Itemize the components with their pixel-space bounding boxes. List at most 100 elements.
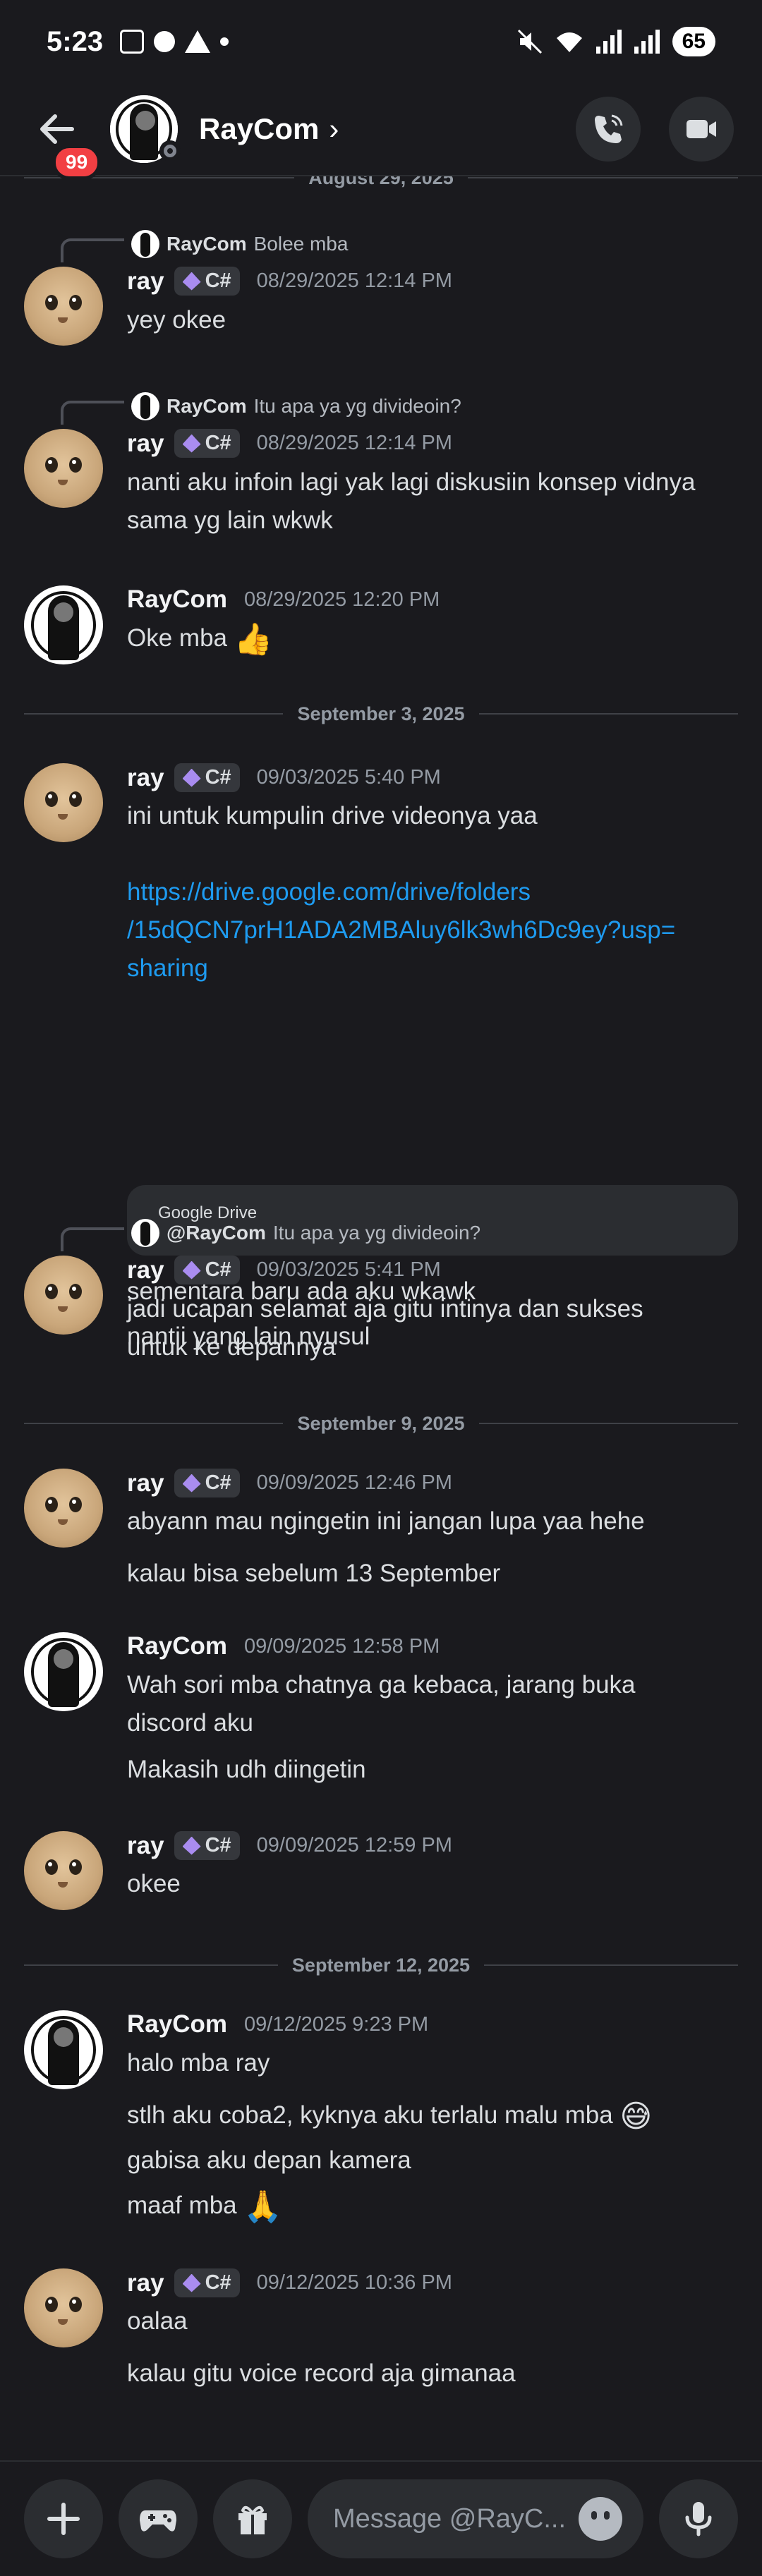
avatar[interactable] bbox=[24, 2010, 103, 2089]
date-divider: September 12, 2025 bbox=[24, 1951, 738, 1979]
role-tag[interactable]: C# bbox=[174, 1469, 240, 1497]
username[interactable]: ray bbox=[127, 1256, 164, 1284]
role-tag[interactable]: C# bbox=[174, 267, 240, 296]
message-text: jadi ucapan selamat aja gitu intinya dan… bbox=[127, 1295, 643, 1361]
date-divider: September 3, 2025 bbox=[24, 700, 739, 728]
voice-call-button[interactable] bbox=[576, 97, 641, 162]
add-attachment-button[interactable] bbox=[24, 2479, 103, 2558]
unread-badge: 99 bbox=[52, 145, 102, 180]
gem-icon bbox=[182, 1260, 201, 1280]
message-text: abyann mau ngingetin ini jangan lupa yaa… bbox=[127, 1507, 645, 1535]
avatar[interactable] bbox=[24, 1831, 103, 1910]
avatar[interactable] bbox=[24, 429, 103, 508]
role-tag[interactable]: C# bbox=[174, 429, 240, 458]
avatar[interactable] bbox=[24, 1632, 103, 1711]
status-time: 5:23 bbox=[47, 25, 104, 57]
video-camera-icon bbox=[687, 120, 716, 138]
reply-reference[interactable]: @RayCom Itu apa ya yg divideoin? bbox=[61, 1215, 480, 1251]
avatar bbox=[131, 230, 159, 258]
reply-reference[interactable]: RayCom Bolee mba bbox=[61, 226, 348, 262]
message-text: okee bbox=[127, 1870, 181, 1897]
activities-button[interactable] bbox=[119, 2479, 198, 2558]
role-tag[interactable]: C# bbox=[174, 763, 240, 792]
status-indicator bbox=[159, 140, 181, 162]
chat-header: 99 RayCom › bbox=[0, 83, 762, 180]
drive-link[interactable]: https://drive.google.com/drive/folders /… bbox=[127, 873, 741, 988]
timestamp: 09/12/2025 9:23 PM bbox=[243, 2012, 429, 2036]
message-text: kalau bisa sebelum 13 September bbox=[127, 1560, 501, 1587]
username[interactable]: RayCom bbox=[127, 2010, 227, 2039]
message-text: yey okee bbox=[127, 306, 226, 334]
pray-icon: 🙏 bbox=[243, 2189, 283, 2224]
avatar[interactable] bbox=[24, 1469, 103, 1548]
username[interactable]: ray bbox=[127, 1832, 164, 1860]
timestamp: 08/29/2025 12:14 PM bbox=[256, 432, 452, 454]
message-text: oalaa bbox=[127, 2307, 188, 2335]
username[interactable]: ray bbox=[127, 764, 164, 792]
username[interactable]: ray bbox=[127, 267, 164, 296]
role-tag[interactable]: C# bbox=[174, 1256, 240, 1284]
message-input-wrapper[interactable] bbox=[308, 2479, 643, 2558]
signal-icon-2 bbox=[634, 30, 660, 54]
message-text: Wah sori mba chatnya ga kebaca, jarang b… bbox=[127, 1671, 636, 1737]
username[interactable]: RayCom bbox=[127, 1632, 227, 1660]
emoji-picker-icon[interactable] bbox=[579, 2497, 622, 2541]
gem-icon bbox=[182, 272, 201, 291]
screenshot-icon bbox=[120, 30, 145, 54]
avatar[interactable] bbox=[110, 95, 181, 163]
message-text: gabisa aku depan kamera bbox=[127, 2146, 411, 2174]
avatar[interactable] bbox=[24, 1256, 103, 1335]
gift-button[interactable] bbox=[213, 2479, 292, 2558]
username[interactable]: RayCom bbox=[127, 585, 227, 614]
message-input[interactable] bbox=[333, 2503, 579, 2534]
avatar bbox=[131, 392, 159, 420]
phone-icon bbox=[595, 114, 623, 143]
message-text: Makasih udh diingetin bbox=[127, 1756, 366, 1783]
sweat-smile-icon: 😅 bbox=[619, 2098, 653, 2134]
gem-icon bbox=[182, 1474, 201, 1493]
microphone-icon bbox=[685, 2502, 712, 2536]
gamepad-icon bbox=[140, 2510, 176, 2532]
message-text: stlh aku coba2, kyknya aku terlalu malu … bbox=[127, 2096, 741, 2136]
avatar[interactable] bbox=[24, 267, 103, 346]
message-text: halo mba ray bbox=[127, 2049, 270, 2077]
avatar[interactable] bbox=[24, 2268, 103, 2347]
voice-message-button[interactable] bbox=[659, 2479, 738, 2558]
timestamp: 09/09/2025 12:58 PM bbox=[243, 1634, 440, 1658]
gift-icon bbox=[238, 2505, 267, 2534]
role-tag[interactable]: C# bbox=[174, 2268, 240, 2297]
username[interactable]: ray bbox=[127, 1469, 164, 1497]
username[interactable]: ray bbox=[127, 430, 164, 458]
composer-bar bbox=[0, 2460, 762, 2576]
battery-level: 65 bbox=[672, 27, 715, 56]
timestamp: 09/03/2025 5:40 PM bbox=[256, 766, 441, 789]
chevron-right-icon[interactable]: › bbox=[329, 112, 339, 146]
message-text: ini untuk kumpulin drive videonya yaa bbox=[127, 802, 538, 830]
signal-icon bbox=[595, 30, 622, 54]
gem-icon bbox=[182, 2273, 201, 2292]
timestamp: 08/29/2025 12:14 PM bbox=[256, 269, 452, 292]
gem-icon bbox=[182, 1836, 201, 1855]
notification-dot-icon bbox=[220, 37, 229, 46]
back-button[interactable]: 99 bbox=[28, 101, 102, 180]
timestamp: 08/29/2025 12:20 PM bbox=[243, 588, 440, 611]
thumbs-up-icon: 👍 bbox=[234, 621, 273, 657]
arrow-left-icon bbox=[40, 114, 74, 144]
status-bar: 5:23 65 bbox=[0, 0, 762, 83]
username[interactable]: ray bbox=[127, 2269, 164, 2297]
avatar[interactable] bbox=[24, 585, 103, 664]
message-text: maaf mba 🙏 bbox=[127, 2187, 741, 2226]
avatar bbox=[131, 1219, 159, 1247]
reply-reference[interactable]: RayCom Itu apa ya yg divideoin? bbox=[61, 388, 461, 425]
app-notification-icon bbox=[154, 31, 176, 52]
warning-icon bbox=[185, 30, 211, 53]
avatar[interactable] bbox=[24, 763, 103, 842]
role-tag[interactable]: C# bbox=[174, 1831, 240, 1860]
gem-icon bbox=[182, 768, 201, 787]
message-text: Oke mba 👍 bbox=[127, 619, 741, 659]
message-text: nanti aku infoin lagi yak lagi diskusiin… bbox=[127, 468, 696, 534]
gem-icon bbox=[182, 434, 201, 453]
channel-name[interactable]: RayCom bbox=[199, 112, 319, 146]
timestamp: 09/03/2025 5:41 PM bbox=[256, 1258, 441, 1281]
video-call-button[interactable] bbox=[669, 97, 734, 162]
